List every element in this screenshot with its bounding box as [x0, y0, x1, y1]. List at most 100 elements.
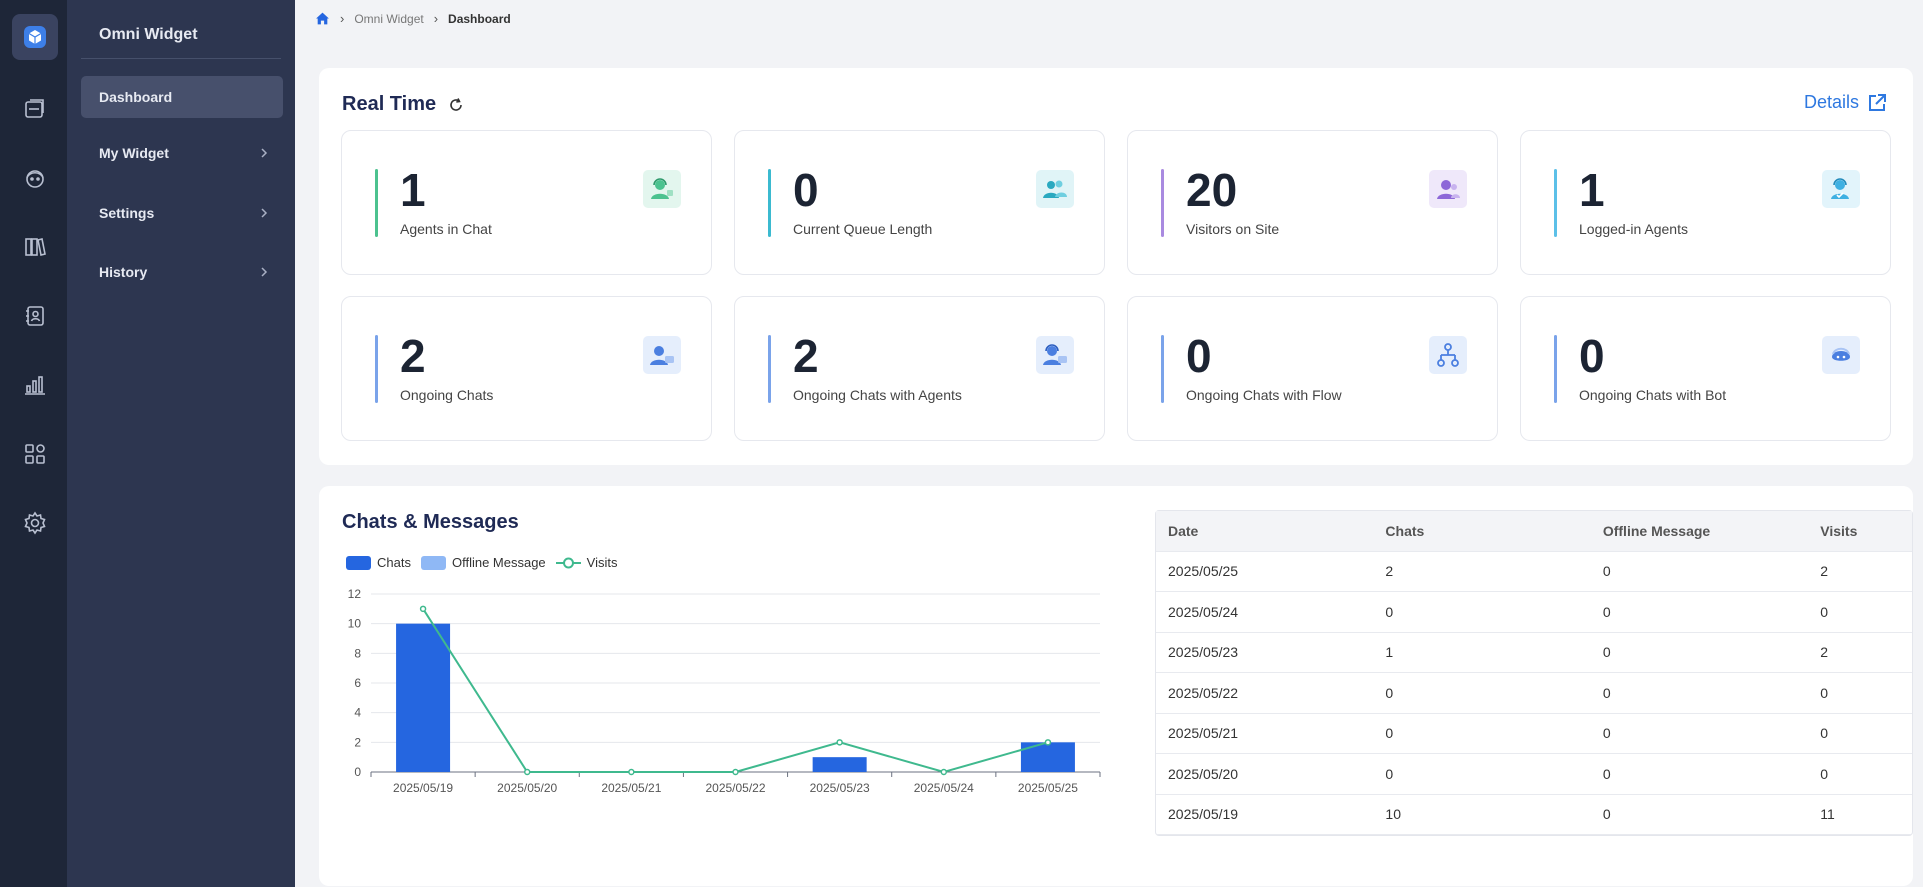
table-row: 2025/05/22 0 0 0	[1156, 673, 1912, 714]
realtime-title: Real Time	[342, 93, 437, 115]
breadcrumb-item[interactable]: Omni Widget	[354, 12, 423, 26]
knowledge-base-icon[interactable]	[12, 224, 58, 270]
y-tick-label: 6	[354, 676, 361, 690]
chats-messages-chart: 0 2 4 6 8 10 12 2025/05/19 2025/05/20 2025/05/21 2…	[348, 587, 1101, 795]
y-tick-label: 4	[354, 706, 361, 720]
sidebar-title: Omni Widget	[99, 26, 198, 43]
breadcrumb-current: Dashboard	[448, 11, 511, 26]
table-cell: 0	[1820, 603, 1829, 620]
chats-table: Date Chats Offline Message Visits 2025/0…	[1155, 510, 1913, 836]
breadcrumb-separator: ›	[340, 11, 345, 26]
table-cell: 0	[1385, 725, 1394, 742]
details-label: Details	[1803, 92, 1859, 112]
table-cell: 0	[1602, 725, 1611, 742]
table-cell: 10	[1385, 806, 1401, 823]
card-accent-bar	[375, 335, 378, 403]
sidebar-item-dashboard[interactable]: Dashboard	[81, 76, 283, 118]
visits-point	[940, 768, 948, 776]
sidebar-item-label: Dashboard	[99, 89, 173, 105]
queue-users-icon	[1036, 170, 1074, 208]
bar-chats	[812, 757, 867, 772]
sidebar-item-my-widget[interactable]: My Widget	[81, 132, 283, 174]
metric-card-ongoing-chats: 2 Ongoing Chats	[341, 296, 712, 441]
table-cell: 2025/05/21	[1168, 725, 1239, 742]
table-header-cell: Chats	[1385, 522, 1425, 539]
realtime-panel: Real Time Details 1 Agents in Chat 0 Cur…	[319, 68, 1913, 465]
table-cell: 0	[1385, 765, 1394, 782]
table-header-cell: Date	[1168, 522, 1199, 539]
table-row: 2025/05/24 0 0 0	[1156, 592, 1912, 633]
card-accent-bar	[768, 335, 771, 403]
chevron-right-icon	[261, 148, 268, 158]
sidebar-item-history[interactable]: History	[81, 251, 283, 293]
refresh-icon[interactable]	[448, 97, 464, 113]
card-value: 0	[1579, 330, 1605, 382]
metric-card-visitors: 20 Visitors on Site	[1127, 130, 1498, 275]
card-label: Ongoing Chats	[400, 387, 494, 403]
external-link-icon	[1869, 93, 1886, 111]
card-value: 1	[400, 164, 426, 216]
bot-nav-icon[interactable]	[12, 155, 58, 201]
card-accent-bar	[1161, 169, 1164, 237]
card-accent-bar	[1554, 169, 1557, 237]
table-row: 2025/05/19 10 0 11	[1156, 795, 1912, 835]
home-icon[interactable]	[315, 11, 330, 26]
table-cell: 0	[1820, 725, 1829, 742]
sidebar: Omni Widget Dashboard My Widget Settings…	[67, 0, 295, 887]
ongoing-chats-icon	[643, 336, 681, 374]
card-label: Ongoing Chats with Bot	[1579, 387, 1727, 403]
x-tick-label: 2025/05/19	[393, 781, 453, 795]
y-tick-label: 12	[348, 587, 362, 601]
chats-messages-title: Chats & Messages	[342, 511, 519, 533]
visits-point	[836, 739, 843, 746]
table-header-row: Date Chats Offline Message Visits	[1156, 511, 1912, 552]
x-tick-label: 2025/05/21	[601, 781, 661, 795]
analytics-icon[interactable]	[12, 362, 58, 408]
table-row: 2025/05/25 2 0 2	[1156, 552, 1912, 592]
card-label: Agents in Chat	[400, 221, 492, 237]
table-cell: 0	[1385, 684, 1394, 701]
chevron-right-icon	[261, 208, 268, 218]
main-content: › Omni Widget › Dashboard Real Time Deta…	[295, 0, 1923, 887]
visits-point	[419, 605, 427, 613]
agent-chats-icon	[1036, 336, 1074, 374]
card-accent-bar	[375, 169, 378, 237]
table-row: 2025/05/21 0 0 0	[1156, 714, 1912, 754]
agent-headset-icon	[643, 170, 681, 208]
inbox-icon[interactable]	[12, 86, 58, 132]
x-tick-label: 2025/05/23	[810, 781, 870, 795]
table-cell: 2025/05/24	[1168, 603, 1239, 620]
card-label: Ongoing Chats with Agents	[793, 387, 962, 403]
settings-gear-icon[interactable]	[12, 500, 58, 546]
card-value: 1	[1579, 164, 1605, 216]
icon-rail	[0, 0, 67, 887]
y-tick-label: 2	[354, 735, 361, 749]
bar-chats	[396, 623, 451, 772]
metric-card-agents-in-chat: 1 Agents in Chat	[341, 130, 712, 275]
x-tick-label: 2025/05/20	[497, 781, 557, 795]
visits-point	[628, 768, 635, 776]
visits-point	[523, 768, 531, 776]
card-accent-bar	[1161, 335, 1164, 403]
metric-card-queue-length: 0 Current Queue Length	[734, 130, 1105, 275]
sidebar-item-settings[interactable]: Settings	[81, 192, 283, 234]
realtime-header: Real Time	[342, 93, 464, 116]
details-link[interactable]: Details	[1804, 92, 1887, 113]
y-tick-label: 10	[348, 617, 362, 631]
apps-icon[interactable]	[12, 431, 58, 477]
card-value: 0	[793, 164, 819, 216]
table-cell: 2025/05/20	[1168, 765, 1239, 782]
card-value: 2	[400, 330, 426, 382]
metric-card-ongoing-chats-flow: 0 Ongoing Chats with Flow	[1127, 296, 1498, 441]
contacts-icon[interactable]	[12, 293, 58, 339]
bot-icon	[1822, 336, 1860, 374]
metric-card-ongoing-chats-bot: 0 Ongoing Chats with Bot	[1520, 296, 1891, 441]
table-cell: 2	[1385, 563, 1394, 580]
omni-widget-cube-icon[interactable]	[12, 14, 58, 60]
table-cell: 2025/05/25	[1168, 563, 1239, 580]
table-cell: 2025/05/22	[1168, 684, 1239, 701]
card-value: 20	[1186, 164, 1238, 216]
metric-card-logged-in-agents: 1 Logged-in Agents	[1520, 130, 1891, 275]
card-label: Visitors on Site	[1186, 221, 1280, 237]
visitors-icon	[1429, 170, 1467, 208]
